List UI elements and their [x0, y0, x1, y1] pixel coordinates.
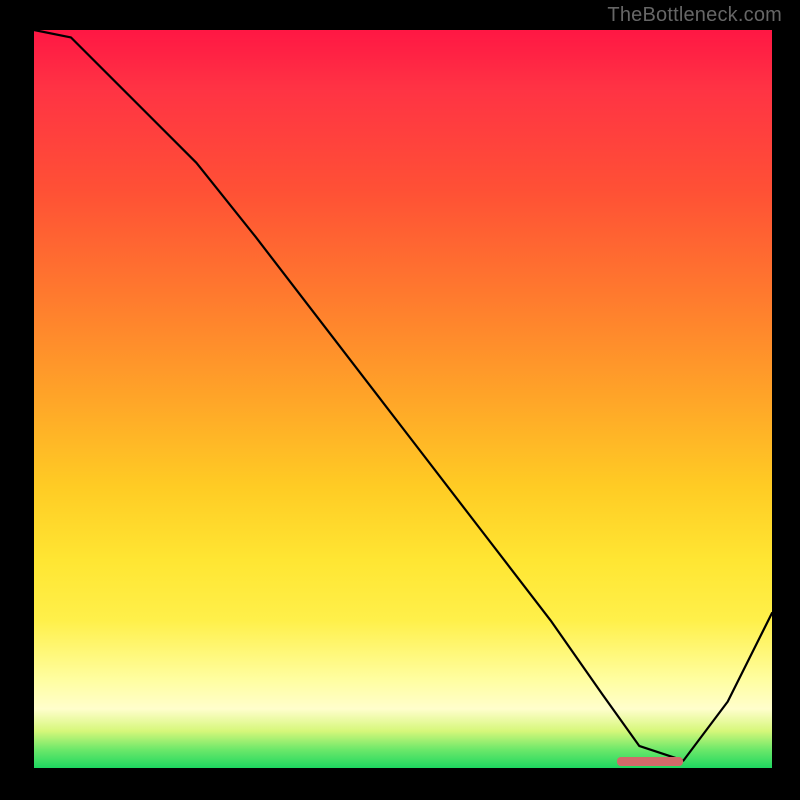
optimal-range-marker [617, 757, 683, 766]
chart-frame: TheBottleneck.com [0, 0, 800, 800]
plot-area [34, 30, 772, 768]
watermark-text: TheBottleneck.com [607, 4, 782, 27]
bottleneck-curve [34, 30, 772, 768]
